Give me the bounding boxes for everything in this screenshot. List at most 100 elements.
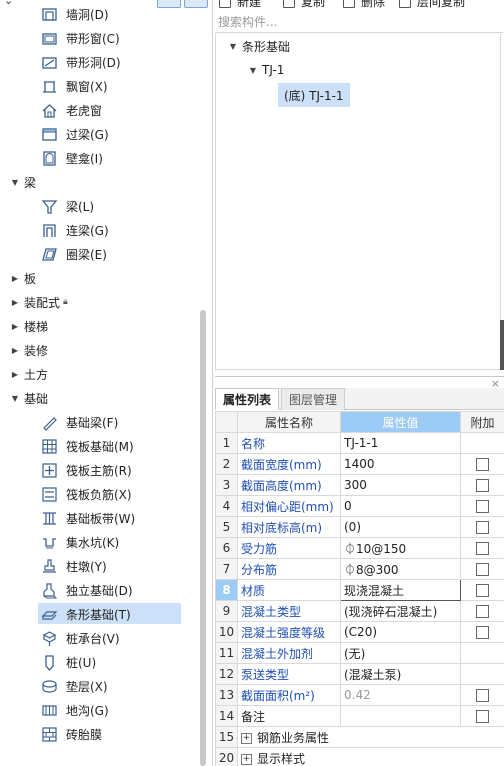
tree-item[interactable]: 筏板负筋(X): [0, 482, 200, 506]
tree-item[interactable]: 带形窗(C): [0, 26, 200, 50]
tab-property-list[interactable]: 属性列表: [215, 388, 280, 410]
tree-item-label: 地沟(G): [66, 703, 109, 718]
tree-item[interactable]: 过梁(G): [0, 122, 200, 146]
tree-item[interactable]: 独立基础(D): [0, 578, 200, 602]
property-value[interactable]: ⏀8@300: [340, 558, 461, 580]
attach-checkbox[interactable]: [476, 584, 489, 597]
property-value[interactable]: 0: [340, 495, 461, 517]
property-row[interactable]: 13 截面面积(m²) 0.42: [215, 684, 504, 706]
property-value[interactable]: (0): [340, 516, 461, 538]
tree-item[interactable]: 带形洞(D): [0, 50, 200, 74]
tree-item[interactable]: 筏板基础(M): [0, 434, 200, 458]
property-value-editing[interactable]: 现浇混凝土: [340, 579, 461, 601]
property-row[interactable]: 5 相对底标高(m) (0): [215, 516, 504, 538]
tree-item[interactable]: 飘窗(X): [0, 74, 200, 98]
caret-down-icon[interactable]: ▼: [10, 394, 20, 403]
component-node-root[interactable]: ▼ 条形基础: [228, 34, 290, 58]
property-row[interactable]: 1 名称 TJ-1-1: [215, 432, 504, 454]
tree-item[interactable]: 垫层(X): [0, 674, 200, 698]
tree-category[interactable]: ▶ 装配式 🔒︎: [0, 290, 200, 314]
caret-right-icon[interactable]: ▶: [10, 346, 20, 355]
expand-plus-icon[interactable]: +: [241, 753, 252, 765]
copy-button[interactable]: 复制: [283, 0, 325, 10]
tree-item[interactable]: 壁龛(I): [0, 146, 200, 170]
property-row[interactable]: 10 混凝土强度等级 (C20): [215, 621, 504, 643]
component-node-tj1[interactable]: ▼ TJ-1: [248, 58, 284, 82]
property-row[interactable]: 8 材质 现浇混凝土: [215, 579, 504, 601]
property-row[interactable]: 7 分布筋 ⏀8@300: [215, 558, 504, 580]
caret-down-icon[interactable]: ▼: [10, 178, 20, 187]
tree-item[interactable]: 连梁(G): [0, 218, 200, 242]
tree-item[interactable]: 基础梁(F): [0, 410, 200, 434]
property-value[interactable]: 0.42: [340, 684, 461, 706]
property-group[interactable]: + 显示样式: [237, 747, 504, 766]
tree-item[interactable]: 墙洞(D): [0, 2, 200, 26]
tree-item[interactable]: 基础板带(W): [0, 506, 200, 530]
tree-item[interactable]: 地沟(G): [0, 698, 200, 722]
tree-category[interactable]: ▼ 梁: [0, 170, 200, 194]
caret-down-icon[interactable]: ▼: [228, 42, 238, 51]
property-value[interactable]: ⏀10@150: [340, 537, 461, 559]
property-row[interactable]: 14 备注: [215, 705, 504, 727]
tab-layer-management[interactable]: 图层管理: [281, 388, 346, 410]
caret-right-icon[interactable]: ▶: [10, 322, 20, 331]
attach-checkbox[interactable]: [476, 626, 489, 639]
attach-checkbox[interactable]: [476, 563, 489, 576]
strip-window-icon: [40, 29, 58, 47]
attach-checkbox[interactable]: [476, 710, 489, 723]
component-node-tj1-1[interactable]: (底) TJ-1-1: [278, 83, 350, 107]
tree-item[interactable]: 筏板主筋(R): [0, 458, 200, 482]
tree-scrollbar[interactable]: [200, 310, 206, 766]
attach-checkbox[interactable]: [476, 542, 489, 555]
property-value[interactable]: 1400: [340, 453, 461, 475]
property-value[interactable]: (现浇碎石混凝土): [340, 600, 461, 622]
property-value[interactable]: TJ-1-1: [340, 432, 461, 454]
property-row[interactable]: 2 截面宽度(mm) 1400: [215, 453, 504, 475]
property-value[interactable]: (混凝土泵): [340, 663, 461, 685]
caret-right-icon[interactable]: ▶: [10, 298, 20, 307]
attach-checkbox[interactable]: [476, 689, 489, 702]
property-row[interactable]: 20 + 显示样式: [215, 747, 504, 766]
new-button[interactable]: 新建: [219, 0, 261, 10]
layer-copy-button[interactable]: 层间复制: [399, 0, 465, 10]
tree-category[interactable]: ▼ 基础: [0, 386, 200, 410]
tree-item[interactable]: 柱墩(Y): [0, 554, 200, 578]
tree-item[interactable]: 桩承台(V): [0, 626, 200, 650]
tree-category[interactable]: ▶ 土方: [0, 362, 200, 386]
property-group[interactable]: + 钢筋业务属性: [237, 726, 504, 748]
attach-checkbox[interactable]: [476, 479, 489, 492]
property-value[interactable]: [340, 705, 461, 727]
property-row[interactable]: 9 混凝土类型 (现浇碎石混凝土): [215, 600, 504, 622]
attach-checkbox[interactable]: [476, 458, 489, 471]
attach-checkbox[interactable]: [476, 500, 489, 513]
property-row[interactable]: 12 泵送类型 (混凝土泵): [215, 663, 504, 685]
tree-item[interactable]: 圈梁(E): [0, 242, 200, 266]
search-input[interactable]: [215, 11, 503, 33]
tree-item[interactable]: 桩(U): [0, 650, 200, 674]
attach-checkbox[interactable]: [476, 605, 489, 618]
caret-right-icon[interactable]: ▶: [10, 370, 20, 379]
expand-plus-icon[interactable]: +: [241, 732, 252, 744]
property-value[interactable]: 300: [340, 474, 461, 496]
caret-down-icon[interactable]: ▼: [248, 66, 258, 75]
caret-right-icon[interactable]: ▶: [10, 274, 20, 283]
tree-item[interactable]: 老虎窗: [0, 98, 200, 122]
tree-item[interactable]: 砖胎膜: [0, 722, 200, 746]
property-value[interactable]: (无): [340, 642, 461, 664]
attach-checkbox[interactable]: [476, 521, 489, 534]
lintel-icon: [40, 125, 58, 143]
property-row[interactable]: 4 相对偏心距(mm) 0: [215, 495, 504, 517]
panel-splitter[interactable]: [500, 320, 504, 370]
tree-item-selected[interactable]: 条形基础(T): [0, 602, 200, 626]
tree-item[interactable]: 梁(L): [0, 194, 200, 218]
property-row[interactable]: 11 混凝土外加剂 (无): [215, 642, 504, 664]
property-row[interactable]: 15 + 钢筋业务属性: [215, 726, 504, 748]
property-row[interactable]: 3 截面高度(mm) 300: [215, 474, 504, 496]
tree-category[interactable]: ▶ 楼梯: [0, 314, 200, 338]
property-row[interactable]: 6 受力筋 ⏀10@150: [215, 537, 504, 559]
delete-button[interactable]: 删除: [343, 0, 385, 10]
tree-category[interactable]: ▶ 装修: [0, 338, 200, 362]
tree-item[interactable]: 集水坑(K): [0, 530, 200, 554]
property-value[interactable]: (C20): [340, 621, 461, 643]
tree-category[interactable]: ▶ 板: [0, 266, 200, 290]
